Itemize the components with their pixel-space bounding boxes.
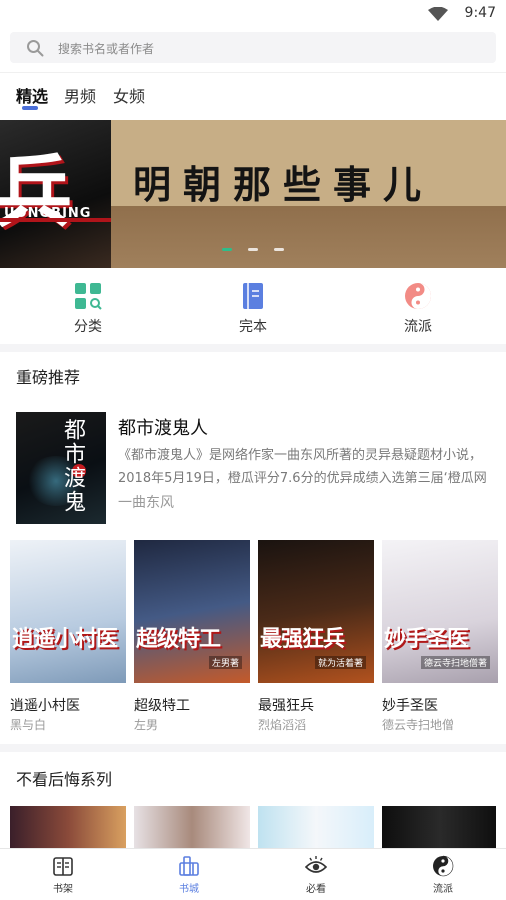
status-bar: 9:47: [0, 0, 506, 28]
book-cover-title: 妙手圣医: [384, 627, 469, 652]
book-author: 烈焰滔滔: [258, 718, 307, 732]
book-cover: 逍遥小村医: [10, 540, 126, 683]
status-time: 9:47: [464, 5, 496, 21]
banner-title: 明朝那些事儿: [133, 163, 434, 207]
quick-link-category[interactable]: 分类: [43, 282, 133, 340]
book-cover[interactable]: [10, 806, 126, 848]
book-cover-author: 德云寺扫地僧著: [420, 656, 490, 669]
yin-yang-icon: [405, 283, 431, 309]
channel-tabs: 精选 男频 女频: [0, 72, 506, 120]
quick-link-complete[interactable]: 完本: [208, 282, 298, 340]
search-input[interactable]: 搜索书名或者作者: [10, 32, 496, 63]
nav-bookstore[interactable]: 书城: [149, 855, 229, 899]
section-title-no-regret: 不看后悔系列: [16, 770, 113, 789]
featured-cover-text: 都市渡鬼: [60, 418, 85, 514]
bookstore-icon: [179, 856, 199, 876]
book-cover-author: 左男著: [208, 656, 242, 669]
book-title: 逍遥小村医: [10, 698, 80, 714]
book-cover-author: 就为活着著: [314, 656, 366, 669]
nav-must-read[interactable]: 必看: [276, 855, 356, 899]
book-cover-title: 超级特工: [136, 627, 221, 652]
wifi-icon: [428, 7, 448, 21]
book-author: 左男: [134, 718, 159, 732]
book-card[interactable]: 最强狂兵 就为活着著 最强狂兵 烈焰滔滔: [258, 540, 374, 736]
banner-prev-cover: 兵 UONGBING: [0, 120, 111, 268]
bookshelf-icon: [53, 857, 73, 876]
nav-label: 流派: [433, 884, 453, 895]
featured-book-title: 都市渡鬼人: [118, 418, 208, 439]
section-divider: [0, 344, 506, 352]
quick-link-label: 流派: [404, 319, 432, 335]
banner-dot: [222, 248, 232, 251]
tab-featured[interactable]: 精选: [16, 83, 48, 107]
quick-link-genre[interactable]: 流派: [373, 282, 463, 340]
book-cover: 妙手圣医 德云寺扫地僧著: [382, 540, 498, 683]
featured-book-description: 《都市渡鬼人》是网络作家一曲东风所著的灵异悬疑题材小说，2018年5月19日，橙…: [118, 448, 487, 486]
featured-book[interactable]: 都市渡鬼 都市渡鬼人 《都市渡鬼人》是网络作家一曲东风所著的灵异悬疑题材小说，2…: [16, 412, 492, 524]
banner-dot: [274, 248, 284, 251]
quick-link-label: 分类: [74, 319, 102, 335]
banner-dot: [248, 248, 258, 251]
section-title-recommend: 重磅推荐: [16, 368, 81, 387]
book-cover-title: 最强狂兵: [260, 627, 345, 652]
search-icon: [27, 40, 44, 57]
book-cover: 超级特工 左男著: [134, 540, 250, 683]
banner-carousel[interactable]: 兵 UONGBING 明朝那些事儿: [0, 120, 506, 268]
book-title: 超级特工: [134, 698, 190, 714]
no-regret-book-row: [10, 806, 496, 848]
yin-yang-icon: [433, 855, 454, 877]
tab-female[interactable]: 女频: [113, 83, 145, 107]
tab-male[interactable]: 男频: [64, 83, 96, 107]
nav-label: 书架: [53, 884, 73, 895]
banner-left-text: 兵: [0, 147, 73, 238]
book-author: 德云寺扫地僧: [382, 718, 455, 732]
book-title: 妙手圣医: [382, 698, 438, 714]
banner-left-subtext: UONGBING: [4, 206, 92, 221]
book-card[interactable]: 超级特工 左男著 超级特工 左男: [134, 540, 250, 736]
book-card[interactable]: 逍遥小村医 逍遥小村医 黑与白: [10, 540, 126, 736]
book-author: 黑与白: [10, 718, 47, 732]
featured-book-author: 一曲东风: [118, 495, 174, 511]
banner-indicator: [222, 248, 292, 252]
eye-icon: [305, 856, 327, 873]
nav-bookshelf[interactable]: 书架: [23, 855, 103, 899]
bottom-nav: 书架 书城 必看 流派: [0, 848, 506, 900]
recommend-book-grid: 逍遥小村医 逍遥小村医 黑与白 超级特工 左男著 超级特工 左男 最强狂兵 就为…: [10, 540, 498, 736]
book-cover[interactable]: [134, 806, 250, 848]
book-cover[interactable]: [258, 806, 374, 848]
nav-genre[interactable]: 流派: [403, 855, 483, 899]
section-divider: [0, 744, 506, 752]
book-cover-title: 逍遥小村医: [12, 627, 118, 652]
book-card[interactable]: 妙手圣医 德云寺扫地僧著 妙手圣医 德云寺扫地僧: [382, 540, 498, 736]
quick-link-label: 完本: [239, 319, 267, 335]
search-placeholder: 搜索书名或者作者: [58, 42, 155, 56]
featured-book-cover: 都市渡鬼: [16, 412, 106, 524]
nav-label: 必看: [306, 884, 326, 895]
book-cover[interactable]: [382, 806, 496, 848]
tab-active-indicator: [22, 106, 38, 110]
book-cover: 最强狂兵 就为活着著: [258, 540, 374, 683]
banner-current-cover: 明朝那些事儿: [111, 120, 506, 268]
nav-label: 书城: [179, 884, 199, 895]
grid-search-icon: [75, 283, 102, 310]
book-icon: [243, 283, 263, 309]
book-title: 最强狂兵: [258, 698, 314, 714]
quick-links: 分类 完本 流派: [0, 268, 506, 344]
